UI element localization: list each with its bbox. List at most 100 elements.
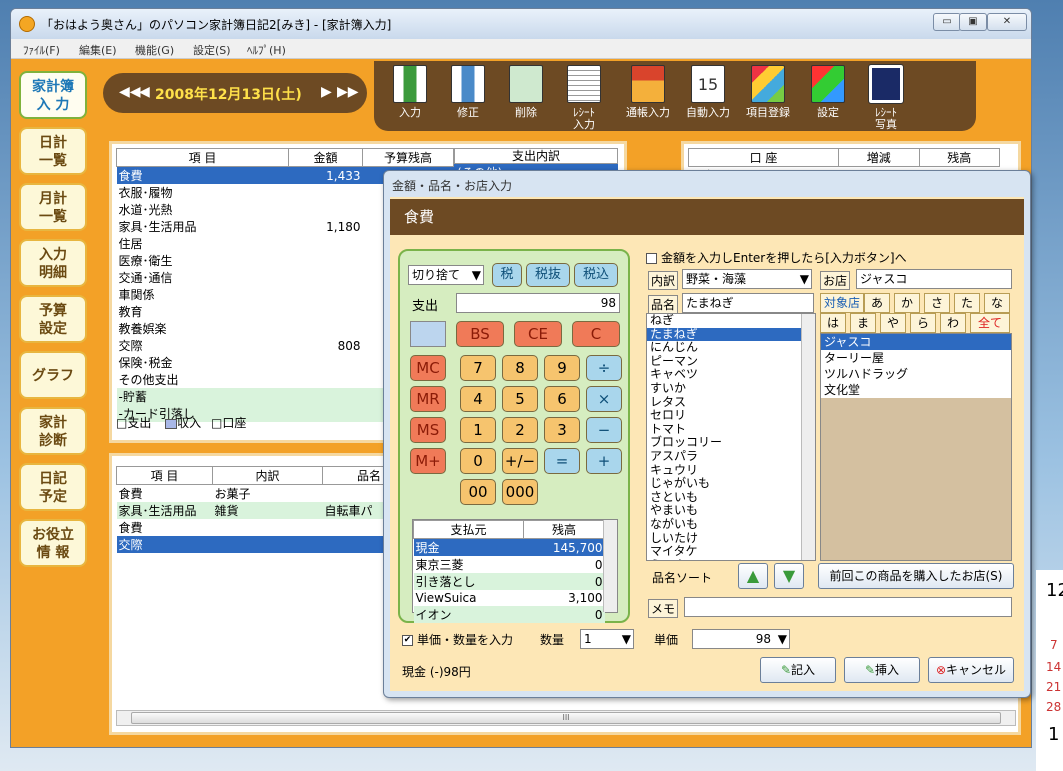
kana-filter-button[interactable]: 対象店 <box>820 293 864 313</box>
table-row[interactable]: 家具･生活用品 雑貨 自転車パ <box>116 502 416 519</box>
memo-input[interactable] <box>684 597 1012 617</box>
prev-day-button[interactable]: ◀ <box>139 84 150 100</box>
list-item[interactable]: アスパラ <box>647 449 801 464</box>
calc-key[interactable]: 8 <box>502 355 538 381</box>
current-date[interactable]: 2008年12月13日(土) <box>155 84 302 104</box>
sort-up-button[interactable]: ▲ <box>738 563 768 589</box>
calc-key[interactable]: 000 <box>502 479 538 505</box>
shop-list[interactable]: ジャスコ ターリー屋 ツルハドラッグ 文化堂 <box>820 333 1012 561</box>
shop-input[interactable]: ジャスコ <box>856 269 1012 289</box>
kana-filter-button[interactable]: わ <box>940 313 966 333</box>
calc-key[interactable]: 3 <box>544 417 580 443</box>
list-item[interactable]: ツルハドラッグ <box>821 366 1011 382</box>
calc-key[interactable]: 1 <box>460 417 496 443</box>
calc-key[interactable]: MS <box>410 417 446 443</box>
table-row[interactable]: イオン 0 <box>413 606 605 623</box>
item-list-scrollbar[interactable] <box>801 314 815 560</box>
col-entry-detail[interactable]: 内訳 <box>212 466 323 485</box>
tax-button[interactable]: 税 <box>492 263 522 287</box>
menu-help[interactable]: ﾍﾙﾌﾟ(H) <box>247 42 286 58</box>
kana-filter-button[interactable]: ら <box>910 313 936 333</box>
sort-down-button[interactable]: ▼ <box>774 563 804 589</box>
calc-key[interactable]: 4 <box>460 386 496 412</box>
close-button[interactable]: ✕ <box>987 13 1027 31</box>
restore-button[interactable]: ▣ <box>959 13 987 31</box>
calc-key[interactable]: CE <box>514 321 562 347</box>
sidebar-item-diary[interactable]: 日記 予定 <box>19 463 87 511</box>
calc-key[interactable]: MC <box>410 355 446 381</box>
kana-filter-button[interactable]: は <box>820 313 846 333</box>
toolbar-delete-button[interactable]: 削除 <box>500 65 552 119</box>
menu-file[interactable]: ﾌｧｲﾙ(F) <box>23 42 60 58</box>
toolbar-auto-input-button[interactable]: 15 自動入力 <box>678 65 738 119</box>
price-input[interactable]: 98 ▼ <box>692 629 790 649</box>
calc-key[interactable]: 6 <box>544 386 580 412</box>
enter-option[interactable]: 金額を入力しEnterを押したら[入力ボタン]へ <box>646 249 907 266</box>
kana-filter-button[interactable]: な <box>984 293 1010 313</box>
list-item[interactable]: ピーマン <box>647 354 801 369</box>
sidebar-item-info[interactable]: お役立 情 報 <box>19 519 87 567</box>
sidebar-item-kakeibo-input[interactable]: 家計簿 入 力 <box>19 71 87 119</box>
list-item[interactable]: たまねぎ <box>647 327 801 342</box>
list-item[interactable]: しいたけ <box>647 531 801 546</box>
col-change[interactable]: 増減 <box>838 148 920 167</box>
col-amount[interactable]: 金額 <box>288 148 363 167</box>
item-name-input[interactable]: たまねぎ <box>682 293 814 313</box>
kana-filter-button[interactable]: か <box>894 293 920 313</box>
toolbar-edit-button[interactable]: 修正 <box>442 65 494 119</box>
kana-filter-button[interactable]: ま <box>850 313 876 333</box>
kana-filter-button[interactable]: た <box>954 293 980 313</box>
col-item[interactable]: 項 目 <box>116 148 289 167</box>
table-row[interactable]: 現金 145,700 <box>413 538 605 556</box>
tax-inclusive-button[interactable]: 税込 <box>574 263 618 287</box>
calc-key[interactable]: M+ <box>410 448 446 474</box>
calc-key[interactable]: 5 <box>502 386 538 412</box>
kana-filter-button[interactable]: さ <box>924 293 950 313</box>
rounding-select[interactable]: 切り捨て ▼ <box>408 265 484 285</box>
menu-edit[interactable]: 編集(E) <box>79 42 117 58</box>
list-item[interactable]: ながいも <box>647 517 801 532</box>
insert-button[interactable]: ✎挿入 <box>844 657 920 683</box>
kana-filter-button[interactable]: や <box>880 313 906 333</box>
tax-exclusive-button[interactable]: 税抜 <box>526 263 570 287</box>
kana-filter-button[interactable]: 全て <box>970 313 1010 333</box>
last-shop-button[interactable]: 前回この商品を購入したお店(S) <box>818 563 1014 589</box>
list-item[interactable]: さといも <box>647 490 801 505</box>
title-bar[interactable]: 「おはよう奥さん」のパソコン家計簿日記2[みき] - [家計簿入力] ▭ ▣ ✕ <box>11 9 1031 39</box>
toolbar-receipt-photo-button[interactable]: ﾚｼｰﾄ 写真 <box>860 64 912 131</box>
list-item[interactable]: ジャスコ <box>821 334 1011 350</box>
sidebar-item-daily-list[interactable]: 日計 一覧 <box>19 127 87 175</box>
sidebar-item-budget[interactable]: 予算 設定 <box>19 295 87 343</box>
breakdown-select[interactable]: 野菜・海藻 ▼ <box>682 269 812 289</box>
list-item[interactable]: じゃがいも <box>647 477 801 491</box>
next-day-button[interactable]: ▶ <box>321 84 332 100</box>
toolbar-settings-button[interactable]: 設定 <box>802 65 854 119</box>
toolbar-input-button[interactable]: 入力 <box>384 65 436 119</box>
col-budget-remaining[interactable]: 予算残高 <box>362 148 454 167</box>
qty-select[interactable]: 1 ▼ <box>580 629 634 649</box>
toolbar-item-register-button[interactable]: 項目登録 <box>738 65 798 119</box>
sidebar-item-graph[interactable]: グラフ <box>19 351 87 399</box>
payment-scrollbar[interactable] <box>603 520 617 612</box>
list-item[interactable]: マイタケ <box>647 544 801 559</box>
minimize-button[interactable]: ▭ <box>933 13 961 31</box>
list-item[interactable]: やまいも <box>647 504 801 518</box>
sidebar-item-monthly-list[interactable]: 月計 一覧 <box>19 183 87 231</box>
list-item[interactable]: すいか <box>647 381 801 396</box>
toolbar-passbook-button[interactable]: 通帳入力 <box>618 65 678 119</box>
list-item[interactable]: 文化堂 <box>821 382 1011 398</box>
cancel-button[interactable]: ⊗キャンセル <box>928 657 1014 683</box>
horizontal-scrollbar[interactable]: III <box>116 710 1016 726</box>
calc-key[interactable]: BS <box>456 321 504 347</box>
list-item[interactable]: えのき <box>647 558 801 560</box>
toolbar-receipt-button[interactable]: ﾚｼｰﾄ 入力 <box>558 65 610 131</box>
calc-key[interactable]: C <box>572 321 620 347</box>
table-row[interactable]: ViewSuica 3,100 <box>414 590 605 606</box>
sidebar-item-input-detail[interactable]: 入力 明細 <box>19 239 87 287</box>
calc-key[interactable]: = <box>544 448 580 474</box>
calc-key[interactable]: MR <box>410 386 446 412</box>
scroll-thumb[interactable]: III <box>131 712 1001 724</box>
table-row[interactable]: 交際 <box>116 536 416 553</box>
menu-settings[interactable]: 設定(S) <box>193 42 231 58</box>
list-item[interactable]: セロリ <box>647 409 801 423</box>
